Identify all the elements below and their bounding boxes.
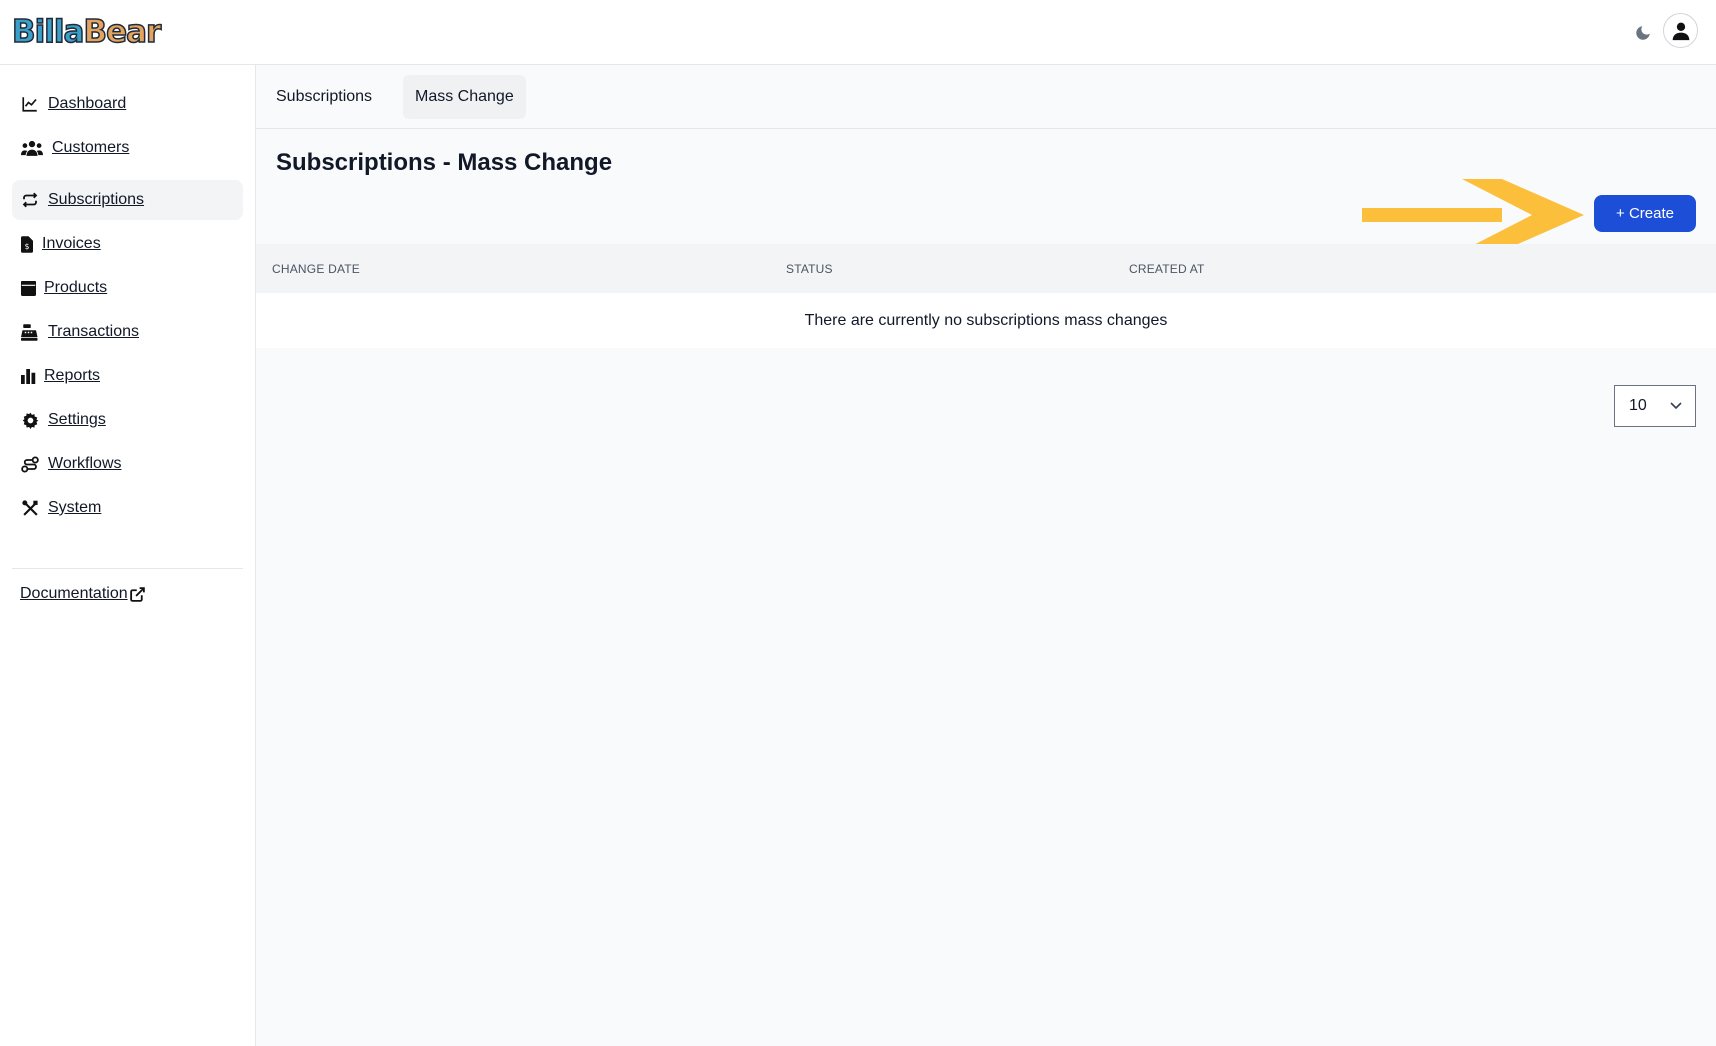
annotation-arrow [1362, 179, 1584, 251]
chart-line-icon [20, 94, 40, 114]
logo-text-billa: Billa [11, 13, 85, 51]
documentation-label: Documentation [20, 585, 128, 602]
sidebar-divider [12, 568, 243, 569]
sidebar-item-label: Products [44, 279, 108, 296]
sidebar: Dashboard Customers Subscriptions $ Invo… [0, 65, 256, 1046]
top-bar: Billa Bear [0, 0, 1716, 65]
box-icon [20, 278, 36, 298]
tab-label: Mass Change [415, 88, 514, 105]
repeat-icon [20, 190, 40, 210]
svg-text:$: $ [25, 242, 30, 251]
sidebar-item-label: System [48, 499, 102, 516]
tabs-bar: Subscriptions Mass Change [256, 65, 1716, 129]
users-icon [20, 138, 44, 158]
cash-register-icon [20, 322, 40, 342]
table-header: CHANGE DATE STATUS CREATED AT [256, 244, 1716, 293]
tools-icon [20, 498, 40, 518]
sidebar-item-customers[interactable]: Customers [12, 128, 243, 168]
sidebar-item-system[interactable]: System [12, 488, 243, 528]
sidebar-item-subscriptions[interactable]: Subscriptions [12, 180, 243, 220]
create-button[interactable]: + Create [1594, 195, 1696, 232]
chevron-down-icon [1670, 402, 1682, 410]
tab-subscriptions[interactable]: Subscriptions [264, 75, 384, 119]
sidebar-item-invoices[interactable]: $ Invoices [12, 224, 243, 264]
sidebar-item-products[interactable]: Products [12, 268, 243, 308]
workflow-icon [20, 454, 40, 474]
sidebar-item-label: Dashboard [48, 95, 127, 112]
documentation-link[interactable]: Documentation [20, 585, 146, 603]
sidebar-item-settings[interactable]: Settings [12, 400, 243, 440]
sidebar-item-label: Settings [48, 411, 106, 428]
sidebar-item-label: Reports [44, 367, 101, 384]
main-content: Subscriptions Mass Change Subscriptions … [256, 65, 1716, 1046]
user-avatar-button[interactable] [1663, 13, 1698, 48]
per-page-value: 10 [1629, 397, 1647, 414]
table-empty-row: There are currently no subscriptions mas… [256, 293, 1716, 348]
external-link-icon [129, 586, 146, 603]
billabear-logo[interactable]: Billa Bear [11, 13, 162, 51]
column-header-created-at: CREATED AT [1129, 262, 1205, 276]
empty-message: There are currently no subscriptions mas… [804, 311, 1168, 329]
sidebar-item-reports[interactable]: Reports [12, 356, 243, 396]
sidebar-item-dashboard[interactable]: Dashboard [12, 84, 243, 124]
sidebar-item-label: Invoices [42, 235, 101, 252]
mass-change-table: CHANGE DATE STATUS CREATED AT There are … [256, 244, 1716, 348]
sidebar-item-label: Transactions [48, 323, 139, 340]
column-header-change-date: CHANGE DATE [272, 262, 360, 276]
sidebar-item-label: Workflows [48, 455, 122, 472]
sidebar-item-label: Customers [52, 139, 130, 156]
page-title: Subscriptions - Mass Change [276, 149, 613, 176]
user-icon [1672, 22, 1689, 40]
per-page-select[interactable]: 10 [1614, 385, 1696, 427]
bar-chart-icon [20, 366, 36, 386]
tab-mass-change[interactable]: Mass Change [403, 75, 526, 119]
sidebar-item-transactions[interactable]: Transactions [12, 312, 243, 352]
sidebar-item-workflows[interactable]: Workflows [12, 444, 243, 484]
logo-text-bear: Bear [83, 13, 162, 51]
moon-icon[interactable] [1630, 20, 1656, 46]
gear-icon [20, 410, 40, 430]
column-header-status: STATUS [786, 262, 833, 276]
sidebar-item-label: Subscriptions [48, 191, 145, 208]
file-invoice-icon: $ [20, 234, 34, 254]
tab-label: Subscriptions [276, 88, 373, 105]
